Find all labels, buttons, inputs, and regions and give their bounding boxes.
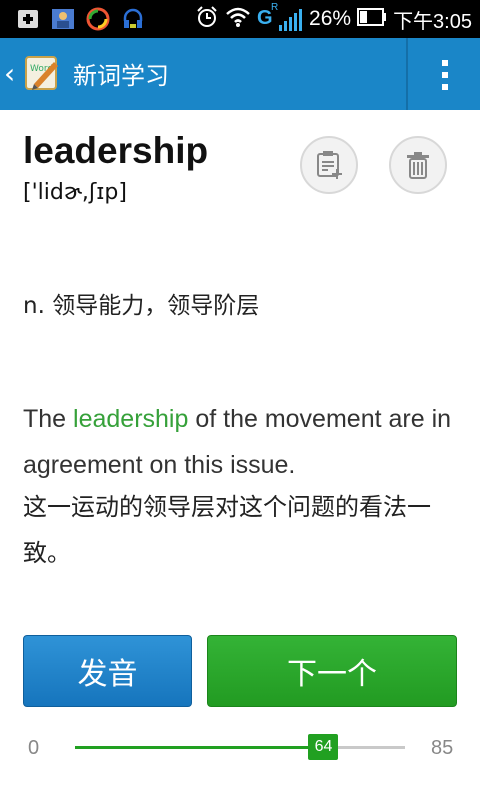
add-note-icon xyxy=(317,151,342,179)
battery-icon xyxy=(357,7,387,31)
clock: 下午3:05 xyxy=(393,10,472,33)
page-title: 新词学习 xyxy=(73,62,169,90)
add-to-wordbook-button[interactable] xyxy=(300,136,358,194)
progress-fill xyxy=(75,746,324,749)
progress-slider[interactable]: 64 xyxy=(75,734,405,760)
action-bar-divider xyxy=(406,38,408,110)
progress-max-label: 85 xyxy=(431,737,454,759)
delete-word-button[interactable] xyxy=(389,136,447,194)
pronounce-button[interactable]: 发音 xyxy=(23,635,192,707)
more-vert-icon xyxy=(442,60,448,90)
progress-min-label: 0 xyxy=(28,737,40,759)
example-sentence: The leadership of the movement are in ag… xyxy=(23,405,452,479)
phonetic: ['lidɚ,ʃɪp] xyxy=(23,180,127,205)
overflow-menu-button[interactable] xyxy=(430,58,460,92)
trash-icon xyxy=(407,152,429,179)
headset-icon xyxy=(121,7,145,31)
progress-thumb[interactable]: 64 xyxy=(308,734,339,760)
alarm-icon xyxy=(195,5,219,33)
headword: leadership xyxy=(23,130,209,171)
highlighted-word: leadership xyxy=(73,405,189,433)
back-icon: ‹ xyxy=(4,57,16,90)
signal-icon: G R xyxy=(257,2,303,33)
definition: n. 领导能力，领导阶层 xyxy=(23,293,260,319)
status-bar: G R 26% 下午3:05 xyxy=(0,0,480,38)
up-button[interactable]: ‹ Word 新词学习 xyxy=(0,38,190,110)
browser-icon xyxy=(86,7,110,31)
add-icon xyxy=(16,7,40,31)
action-bar: ‹ Word 新词学习 xyxy=(0,38,480,110)
next-word-button[interactable]: 下一个 xyxy=(207,635,457,707)
wifi-icon xyxy=(225,6,251,32)
battery-percent: 26% xyxy=(309,7,352,30)
app-logo-icon: Word xyxy=(24,54,62,92)
contacts-icon xyxy=(51,7,75,31)
example-translation: 这一运动的领导层对这个问题的看法一致。 xyxy=(23,493,431,567)
